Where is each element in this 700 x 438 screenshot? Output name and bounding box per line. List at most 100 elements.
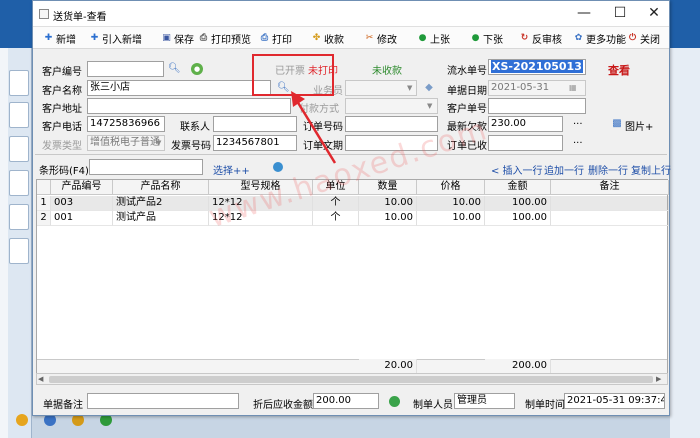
- table-cell-note[interactable]: [551, 211, 669, 226]
- right-background: [670, 48, 700, 438]
- modify-button[interactable]: ✂ 修改: [364, 31, 397, 46]
- append-row-link[interactable]: 追加一行: [544, 162, 584, 177]
- modify-icon: ✂: [365, 33, 374, 43]
- nav-tile-3[interactable]: [9, 136, 29, 162]
- next-icon: ●: [471, 33, 480, 43]
- refresh-icon[interactable]: ●: [191, 63, 203, 75]
- scroll-right-icon[interactable]: ▶: [656, 375, 665, 384]
- close-button[interactable]: ⏻ 关闭: [627, 31, 660, 46]
- payment-method-select[interactable]: [345, 98, 438, 114]
- collect-payment-button[interactable]: ✤ 收款: [311, 31, 344, 46]
- salesman-lookup-icon[interactable]: ◆: [423, 82, 435, 94]
- table-cell-name[interactable]: 测试产品2: [113, 196, 209, 211]
- latest-debt-input[interactable]: 230.00: [488, 116, 563, 132]
- table-cell-qty[interactable]: 10.00: [359, 211, 417, 226]
- next-button[interactable]: ● 下张: [470, 31, 503, 46]
- scroll-left-icon[interactable]: ◀: [38, 375, 47, 384]
- invoice-type-select[interactable]: 增值税电子普通: [87, 135, 165, 151]
- table-cell-price[interactable]: 10.00: [417, 211, 485, 226]
- globe-icon[interactable]: [273, 162, 283, 172]
- discount-amount-input[interactable]: 200.00: [313, 393, 379, 409]
- copy-prev-row-link[interactable]: 复制上行: [631, 162, 671, 177]
- order-collected-more-button[interactable]: ...: [573, 135, 583, 146]
- created-time-input[interactable]: 2021-05-31 09:37:47: [564, 393, 665, 409]
- customer-address-label: 客户地址: [42, 104, 82, 115]
- maximize-button[interactable]: ☐: [603, 3, 637, 23]
- prev-button[interactable]: ● 上张: [417, 31, 450, 46]
- import-new-button[interactable]: ✚ 引入新增: [89, 31, 142, 46]
- table-cell-unit[interactable]: 个: [313, 211, 359, 226]
- salesman-dropdown-icon[interactable]: ▼: [407, 82, 412, 94]
- customer-name-input[interactable]: 张三小店: [87, 80, 271, 96]
- print-preview-button[interactable]: ⎙ 打印预览: [198, 31, 251, 46]
- nav-tile-4[interactable]: [9, 170, 29, 196]
- table-cell-amount[interactable]: 100.00: [485, 196, 551, 211]
- import-new-button-label: 引入新增: [102, 35, 142, 46]
- payment-method-dropdown-icon[interactable]: ▼: [427, 100, 432, 112]
- nav-tile-6[interactable]: [9, 238, 29, 264]
- customer-address-input[interactable]: [87, 98, 291, 114]
- more-functions-button[interactable]: ✿ 更多功能: [573, 31, 626, 46]
- order-collected-input[interactable]: [488, 135, 563, 151]
- serial-no-field[interactable]: XS-202105013: [488, 59, 586, 75]
- discount-amount-label: 折后应收金额: [253, 400, 313, 411]
- nav-tile-5[interactable]: [9, 204, 29, 230]
- new-button[interactable]: ✚ 新增: [43, 31, 76, 46]
- picture-add-button[interactable]: 图片+: [625, 118, 653, 133]
- invoice-no-label: 发票号码: [171, 141, 211, 152]
- column-header[interactable]: 金额: [485, 180, 551, 195]
- print-preview-button-label: 打印预览: [211, 35, 251, 46]
- creator-input[interactable]: 管理员: [454, 393, 515, 409]
- table-cell-price[interactable]: 10.00: [417, 196, 485, 211]
- insert-row-link[interactable]: < 插入一行: [491, 162, 543, 177]
- serial-no-value: XS-202105013: [491, 60, 583, 73]
- table-cell-amount[interactable]: 100.00: [485, 211, 551, 226]
- column-header[interactable]: 产品编号: [51, 180, 113, 195]
- nav-tile-1[interactable]: [9, 70, 29, 96]
- table-cell-idx[interactable]: 2: [37, 211, 51, 226]
- save-icon: ▣: [162, 33, 171, 43]
- picture-icon[interactable]: ▩: [611, 118, 623, 130]
- table-cell-code[interactable]: 003: [51, 196, 113, 211]
- latest-debt-more-button[interactable]: ...: [573, 116, 583, 127]
- column-header[interactable]: 产品名称: [113, 180, 209, 195]
- customer-code-input[interactable]: [87, 61, 164, 77]
- invoice-type-label: 发票类型: [42, 141, 82, 152]
- print-icon: ⎙: [260, 33, 269, 43]
- search-icon[interactable]: 🔍︎: [168, 63, 181, 75]
- window-icon: [39, 9, 49, 19]
- total-qty: 20.00: [359, 359, 417, 374]
- nav-tile-2[interactable]: [9, 102, 29, 128]
- calendar-icon[interactable]: ▦: [569, 82, 577, 94]
- table-cell-qty[interactable]: 10.00: [359, 196, 417, 211]
- customer-phone-input[interactable]: 14725836966: [87, 116, 165, 132]
- window-close-button[interactable]: ✕: [637, 3, 671, 23]
- delivery-note-window: 送货单-查看 — ☐ ✕ ✚ 新增 ✚ 引入新增 ▣ 保存 ⎙ 打印预览 ⎙ 打印 ✤ 收款 ✂ 修改 ● 上…: [32, 0, 671, 416]
- table-cell-note[interactable]: [551, 196, 669, 211]
- table-cell-idx[interactable]: 1: [37, 196, 51, 211]
- customer-doc-no-input[interactable]: [488, 98, 586, 114]
- remark-input[interactable]: [87, 393, 239, 409]
- view-mode-badge: 查看: [608, 64, 630, 77]
- table-cell-code[interactable]: 001: [51, 211, 113, 226]
- delete-row-link[interactable]: 删除一行: [588, 162, 628, 177]
- barcode-input[interactable]: [89, 159, 203, 175]
- reverse-audit-button[interactable]: ↻ 反审核: [519, 31, 562, 46]
- minimize-button[interactable]: —: [567, 3, 601, 23]
- horizontal-scrollbar[interactable]: ◀ ▶: [36, 373, 668, 385]
- prev-icon: ●: [418, 33, 427, 43]
- column-header[interactable]: 价格: [417, 180, 485, 195]
- column-header[interactable]: 备注: [551, 180, 669, 195]
- select-products-link[interactable]: 选择++: [213, 162, 250, 177]
- scroll-thumb[interactable]: [49, 376, 653, 383]
- save-button[interactable]: ▣ 保存: [161, 31, 194, 46]
- customer-name-label: 客户名称: [42, 86, 82, 97]
- serial-no-label: 流水单号: [447, 66, 487, 77]
- header-row-index[interactable]: [37, 180, 51, 195]
- table-cell-name[interactable]: 测试产品: [113, 211, 209, 226]
- print-button[interactable]: ⎙ 打印: [259, 31, 292, 46]
- confirm-icon[interactable]: [389, 396, 400, 407]
- collect-payment-icon: ✤: [312, 33, 321, 43]
- payment-status: 未收款: [372, 66, 402, 77]
- invoice-type-dropdown-icon[interactable]: ▼: [156, 137, 161, 149]
